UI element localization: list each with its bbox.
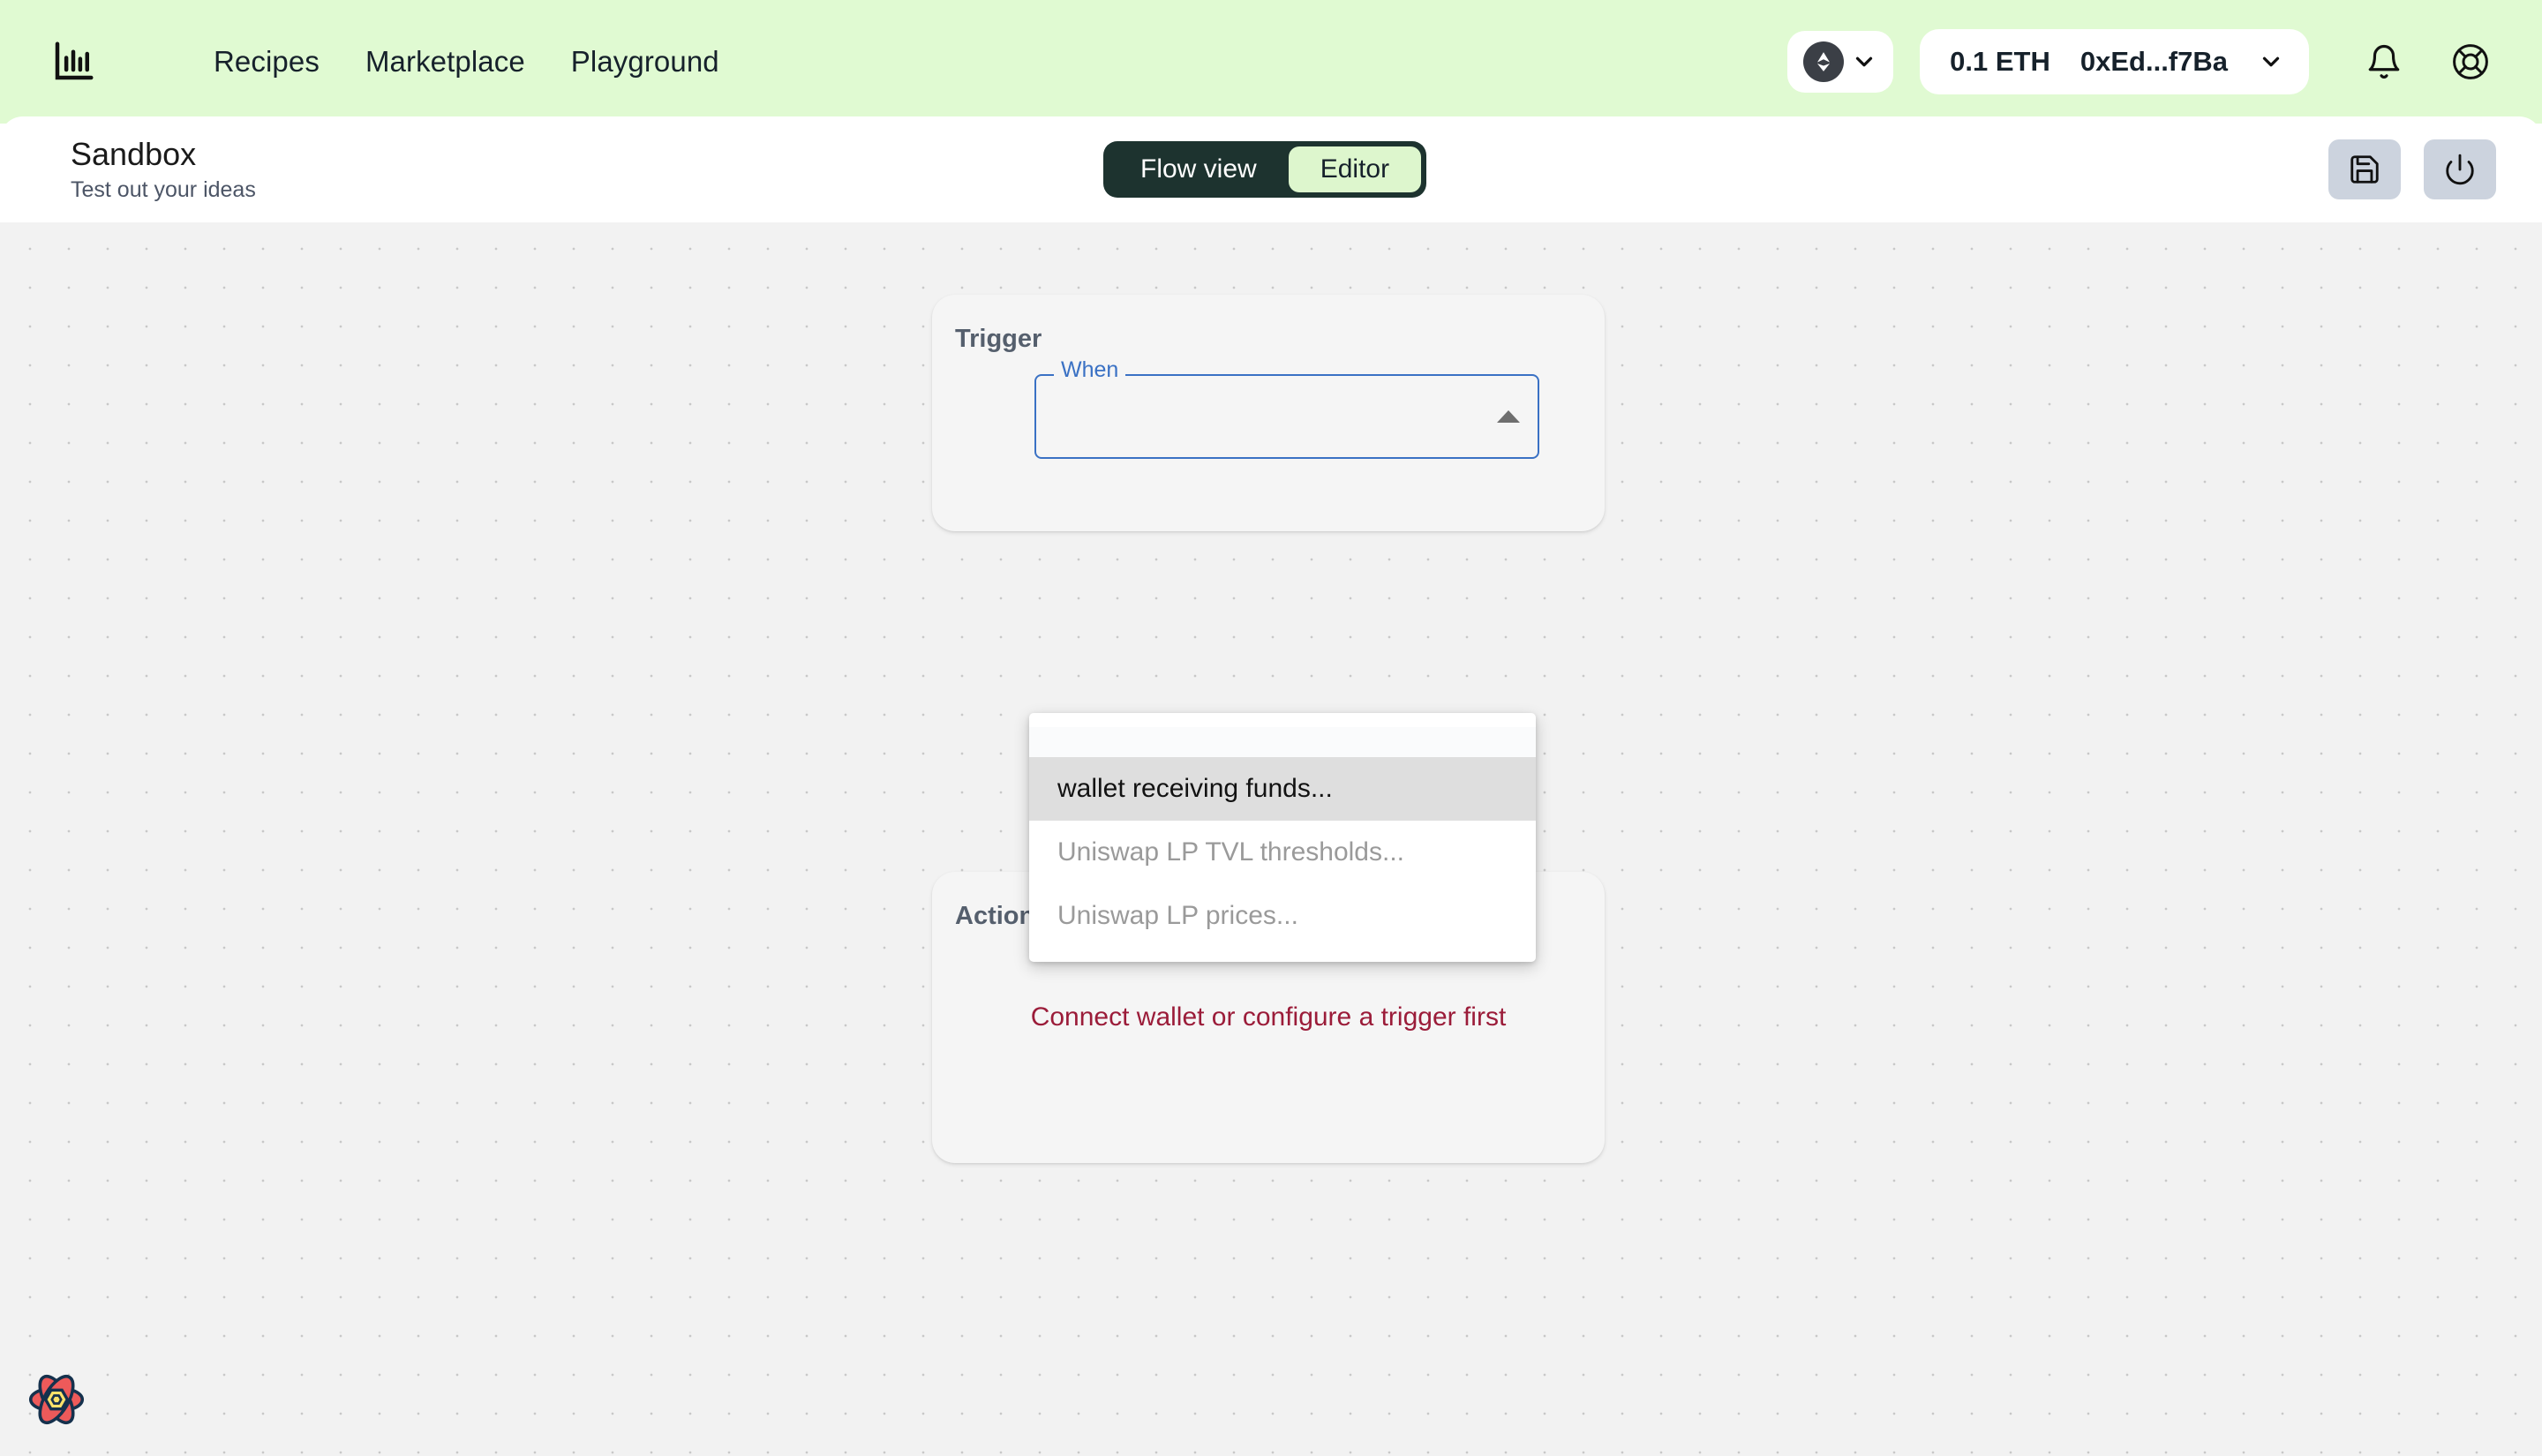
bell-icon: [2368, 45, 2400, 79]
chevron-down-icon: [1856, 56, 1873, 67]
main-nav-links: Recipes Marketplace Playground: [214, 45, 719, 79]
view-mode-toggle-group: Flow view Editor: [1103, 141, 1427, 198]
tab-editor[interactable]: Editor: [1288, 146, 1422, 192]
page-title: Sandbox: [71, 135, 197, 172]
dropdown-option-uniswap-lp-tvl-thresholds: Uniswap LP TVL thresholds...: [1057, 837, 1404, 867]
when-select[interactable]: When: [1034, 359, 1539, 459]
dropdown-option-wallet-receiving-funds[interactable]: wallet receiving funds...: [1029, 757, 1536, 821]
nav-link-playground[interactable]: Playground: [571, 45, 719, 79]
lifebuoy-icon: [2453, 44, 2488, 79]
when-select-dropdown-menu[interactable]: wallet receiving funds... Uniswap LP TVL…: [1029, 713, 1536, 962]
flow-canvas[interactable]: Trigger When Actions Connect wallet or c…: [0, 222, 2542, 1456]
chevron-down-icon: [2262, 56, 2280, 67]
wallet-button[interactable]: 0.1 ETH 0xEd...f7Ba: [1920, 29, 2309, 94]
tab-flow-view[interactable]: Flow view: [1109, 146, 1289, 192]
page-subtitle: Test out your ideas: [71, 177, 256, 203]
nav-link-recipes[interactable]: Recipes: [214, 45, 320, 79]
page-toolbar: Sandbox Test out your ideas Flow view Ed…: [0, 116, 2542, 222]
wallet-address: 0xEd...f7Ba: [2079, 46, 2228, 77]
ethereum-icon: [1803, 41, 1845, 82]
dropdown-option-uniswap-lp-prices: Uniswap LP prices...: [1057, 901, 1298, 930]
dropdown-option-empty[interactable]: [1029, 727, 1536, 757]
notifications-button[interactable]: [2350, 27, 2418, 96]
nav-link-marketplace[interactable]: Marketplace: [365, 45, 525, 79]
power-icon: [2446, 154, 2474, 185]
bar-chart-logo-icon[interactable]: [46, 34, 101, 89]
top-navigation-bar: Recipes Marketplace Playground 0.1 ETH 0…: [0, 0, 2542, 124]
save-floppy-icon: [2350, 155, 2379, 184]
save-button[interactable]: [2328, 139, 2401, 199]
when-select-label: When: [1054, 359, 1126, 381]
nav-right-cluster: 0.1 ETH 0xEd...f7Ba: [1787, 27, 2542, 96]
network-selector-button[interactable]: [1787, 31, 1894, 93]
when-select-outline[interactable]: [1034, 374, 1539, 459]
power-button[interactable]: [2424, 139, 2496, 199]
trigger-node-card[interactable]: Trigger When: [932, 295, 1605, 531]
toolbar-action-buttons: [2328, 139, 2542, 199]
wallet-balance: 0.1 ETH: [1950, 46, 2050, 77]
page-title-block: Sandbox Test out your ideas: [71, 136, 256, 203]
support-button[interactable]: [2436, 27, 2505, 96]
atom-flower-logo-icon: [21, 1364, 92, 1435]
trigger-card-heading: Trigger: [955, 325, 1042, 353]
triangle-up-icon[interactable]: [1497, 410, 1520, 423]
